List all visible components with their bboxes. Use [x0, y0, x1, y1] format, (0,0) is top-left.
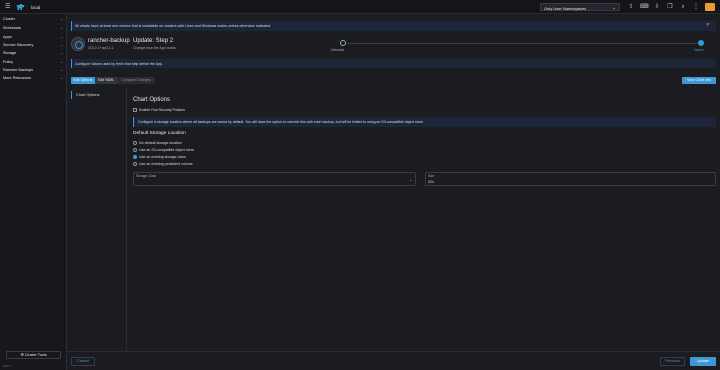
section-title: Default Storage Location: [133, 131, 186, 136]
hamburger-menu-icon[interactable]: ☰: [5, 4, 11, 10]
close-icon[interactable]: ×: [706, 22, 709, 28]
radio-label: Use an existing storage class: [139, 155, 186, 160]
psp-checkbox-label: Enable Pod Security Policies: [139, 108, 185, 113]
view-chart-info-button[interactable]: View Chart Info: [682, 77, 716, 84]
size-label: Size: [428, 174, 435, 178]
options-nav: [71, 88, 127, 351]
storage-class-label: Storage Class: [136, 174, 157, 178]
download-icon[interactable]: ⇩: [653, 3, 661, 11]
sidebar-item-label: Apps: [3, 35, 12, 39]
notification-banner: All charts have at least one version tha…: [71, 21, 716, 31]
form-title: Chart Options: [133, 97, 171, 103]
chevron-down-icon: ⌄: [612, 5, 616, 10]
sidebar-item-cluster[interactable]: Cluster ⌄: [0, 15, 67, 23]
step-metadata-dot[interactable]: [339, 40, 346, 46]
values-info-bar: Configure Values used by Helm that help …: [71, 59, 716, 68]
radio-no-default[interactable]: [133, 141, 137, 145]
tab-edit-yaml[interactable]: Edit YAML: [95, 77, 117, 84]
cancel-button[interactable]: Cancel: [71, 357, 95, 366]
radio-label: Use an existing persistent volume: [139, 162, 193, 167]
radio-s3[interactable]: [133, 148, 137, 152]
sidebar-item-storage[interactable]: Storage ⌄: [0, 49, 67, 57]
sidebar-item-label: Workloads: [3, 26, 21, 30]
sidebar-item-service-discovery[interactable]: Service Discovery ⌄: [0, 41, 67, 49]
page-title: Update: Step 2: [133, 38, 174, 44]
cluster-tools-label: Cluster Tools: [24, 353, 47, 357]
chevron-down-icon: ⌄: [60, 26, 63, 30]
sidebar-item-policy[interactable]: Policy ⌄: [0, 58, 67, 66]
upload-icon[interactable]: ⇧: [627, 3, 635, 11]
version-label: v2.7.x: [3, 364, 12, 368]
sidebar-item-more-resources[interactable]: More Resources ⌄: [0, 74, 67, 82]
size-value[interactable]: 2Gi: [428, 180, 434, 184]
cluster-name: local: [31, 4, 41, 10]
footer-divider: [67, 351, 720, 352]
namespace-select-value: Only User Namespaces: [544, 5, 587, 11]
sidebar-item-label: Rancher Backups: [3, 68, 33, 72]
psp-checkbox[interactable]: [133, 108, 137, 112]
chevron-down-icon: ⌄: [60, 43, 63, 47]
storage-info-bar: Configure a storage location where all b…: [133, 117, 716, 127]
sidebar-item-label: Policy: [3, 60, 14, 64]
chevron-down-icon: ⌄: [60, 17, 63, 21]
app-version: 102.0.1+up3.1.1: [88, 45, 114, 50]
size-input[interactable]: [425, 172, 716, 186]
page-subtitle: Change how the App works: [133, 45, 176, 50]
radio-label: No default storage location: [139, 141, 182, 146]
previous-button[interactable]: Previous: [660, 357, 685, 366]
namespace-select[interactable]: Only User Namespaces ⌄: [540, 3, 620, 11]
search-icon[interactable]: ⌕: [679, 3, 687, 11]
sidebar: Cluster ⌄ Workloads ⌄ Apps ⌄ Service Discov…: [0, 14, 67, 370]
sidebar-item-label: More Resources: [3, 76, 31, 80]
radio-label: Use an S3-compatible object store: [139, 148, 194, 153]
sidebar-item-label: Service Discovery: [3, 43, 34, 47]
app-name: rancher-backup: [88, 38, 130, 44]
tab-edit-options[interactable]: Edit Options: [71, 77, 95, 84]
storage-class-select[interactable]: [133, 172, 416, 186]
sidebar-item-workloads[interactable]: Workloads ⌄: [0, 24, 67, 32]
chevron-down-icon: ⌄: [60, 76, 63, 80]
step-metadata-label: Metadata: [331, 48, 345, 52]
sidebar-item-label: Storage: [3, 51, 17, 55]
copy-icon[interactable]: ❐: [666, 3, 674, 11]
terminal-icon[interactable]: ⌨: [640, 3, 649, 11]
avatar[interactable]: [705, 3, 715, 11]
tab-compare-changes[interactable]: Compare Changes: [117, 77, 155, 84]
sidebar-item-apps[interactable]: Apps ⌄: [0, 33, 67, 41]
chevron-down-icon: ⌄: [60, 51, 63, 55]
app-logo: [71, 37, 85, 51]
chevron-down-icon: ⌄: [60, 60, 63, 64]
nav-item-chart-options[interactable]: Chart Options: [71, 91, 127, 99]
radio-storage-class[interactable]: [133, 155, 137, 159]
step-values-label: Values: [694, 48, 704, 52]
sidebar-item-label: Cluster: [3, 17, 16, 21]
chevron-down-icon: ⌄: [409, 177, 413, 182]
stepper-line: [342, 42, 700, 44]
chevron-down-icon: ⌄: [60, 68, 63, 72]
rancher-logo[interactable]: [16, 3, 25, 11]
kebab-icon[interactable]: ⋮: [692, 3, 700, 11]
update-button[interactable]: Update: [690, 357, 716, 366]
step-values-dot[interactable]: [697, 40, 704, 46]
chevron-down-icon: ⌄: [60, 35, 63, 39]
cluster-tools-button[interactable]: ⚙ Cluster Tools: [6, 351, 61, 359]
sidebar-item-rancher-backups[interactable]: Rancher Backups ⌄: [0, 66, 67, 74]
radio-persistent-volume[interactable]: [133, 162, 137, 166]
